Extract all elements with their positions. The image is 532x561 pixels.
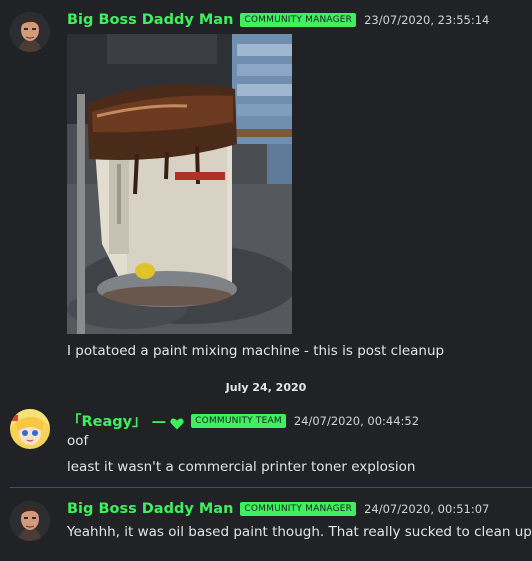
date-divider: July 24, 2020 [225,381,307,394]
attached-photo[interactable] [67,34,292,334]
role-badge: COMMUNITY MANAGER [240,13,357,27]
timestamp: 23/07/2020, 23:55:14 [364,13,490,27]
message-header: Big Boss Daddy Man COMMUNITY MANAGER 24/… [67,501,489,517]
message-line: oof [67,433,89,449]
message-line: least it wasn't a commercial printer ton… [67,459,416,475]
message-header: Big Boss Daddy Man COMMUNITY MANAGER 23/… [67,12,489,28]
avatar[interactable] [10,12,50,52]
timestamp: 24/07/2020, 00:51:07 [364,502,490,516]
role-badge: COMMUNITY TEAM [191,413,286,428]
new-messages-separator [10,487,532,488]
username[interactable]: Big Boss Daddy Man [67,501,233,517]
message-text: I potatoed a paint mixing machine - this… [67,343,445,359]
timestamp: 24/07/2020, 00:44:52 [293,413,420,428]
username[interactable]: 「Reagy」 — [67,410,166,431]
message-header: 「Reagy」 — COMMUNITY TEAM 24/07/2020, 00:… [67,410,419,431]
role-badge: COMMUNITY MANAGER [240,502,357,516]
green-heart-icon [170,415,184,429]
avatar[interactable] [10,409,50,449]
avatar[interactable] [10,501,50,541]
message-text: Yeahhh, it was oil based paint though. T… [67,524,532,540]
username[interactable]: Big Boss Daddy Man [67,12,233,28]
